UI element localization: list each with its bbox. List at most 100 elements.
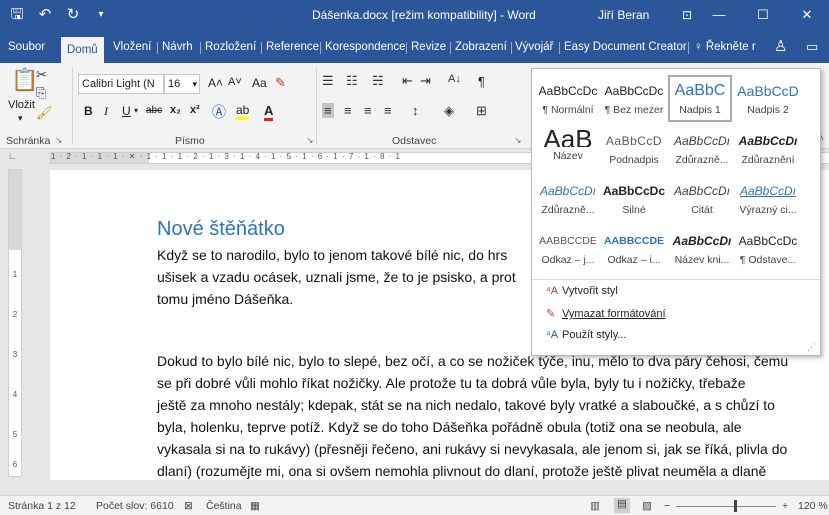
style-normalni[interactable]: AaBbCcDc ¶ Normální bbox=[536, 75, 600, 122]
font-color-icon[interactable]: A bbox=[264, 103, 274, 121]
borders-icon[interactable]: ⊞ bbox=[476, 103, 487, 119]
decrease-indent-icon[interactable]: ⇤ bbox=[402, 73, 413, 89]
tab-rozlozeni[interactable]: Rozložení bbox=[205, 31, 256, 63]
style-bez-mezer[interactable]: AaBbCcDc ¶ Bez mezer bbox=[602, 75, 666, 122]
text-effects-icon[interactable]: Ⓐ bbox=[212, 102, 226, 122]
tab-vlozeni[interactable]: Vložení bbox=[113, 31, 151, 63]
copy-icon[interactable]: ⎘ bbox=[36, 85, 46, 101]
style-nadpis-2[interactable]: AaBbCcD Nadpis 2 bbox=[736, 75, 800, 122]
comments-icon[interactable]: ▭ bbox=[806, 31, 818, 63]
align-right-icon[interactable]: ≡ bbox=[364, 103, 372, 118]
zoom-out-button[interactable]: − bbox=[664, 500, 670, 512]
paragraph-launcher-icon[interactable]: ↘ bbox=[514, 135, 522, 146]
save-icon[interactable]: 🖫 bbox=[8, 5, 26, 25]
tab-domu[interactable]: Domů bbox=[61, 37, 104, 63]
grow-font-button[interactable]: A˄ bbox=[208, 76, 223, 90]
underline-dropdown-icon[interactable]: ▾ bbox=[134, 106, 138, 115]
bold-button[interactable]: B bbox=[84, 104, 93, 118]
tab-reference[interactable]: Reference bbox=[266, 31, 319, 63]
user-icon[interactable]: ♙ bbox=[774, 31, 787, 63]
style-silne[interactable]: AaBbCcDc Silné bbox=[602, 175, 666, 222]
paste-icon[interactable]: 📋 bbox=[11, 67, 38, 93]
paragraph-2[interactable]: Dokud to bylo bílé nic, bylo to slepé, b… bbox=[157, 350, 788, 482]
show-formatting-button[interactable]: ¶ bbox=[478, 74, 485, 89]
title-bar: 🖫 ↶ ↻ ▾ Dášenka.docx [režim kompatibilit… bbox=[0, 0, 829, 31]
web-layout-icon[interactable]: ▧ bbox=[642, 500, 652, 512]
paste-button[interactable]: Vložit bbox=[8, 99, 35, 111]
increase-indent-icon[interactable]: ⇥ bbox=[420, 73, 431, 89]
style-nazev-knihy[interactable]: AaBbCcDı Název kni... bbox=[670, 225, 734, 272]
font-name-select[interactable]: Calibri Light (N bbox=[78, 74, 164, 94]
numbering-icon[interactable]: ☷ bbox=[346, 73, 358, 89]
style-podnadpis[interactable]: AaBbCcD Podnadpis bbox=[602, 125, 666, 172]
italic-button[interactable]: I bbox=[104, 104, 108, 119]
tell-me-box[interactable]: ♀ Řekněte r bbox=[694, 31, 756, 63]
align-left-icon[interactable]: ≡ bbox=[322, 103, 334, 118]
create-style-command[interactable]: ⁴A Vytvořit styl bbox=[546, 285, 618, 297]
subscript-button[interactable]: x₂ bbox=[170, 104, 181, 116]
paragraph-1[interactable]: Když se to narodilo, bylo to jenom takov… bbox=[157, 244, 516, 310]
zoom-level[interactable]: 120 % bbox=[798, 500, 828, 512]
change-case-button[interactable]: Aa bbox=[252, 76, 267, 90]
style-odkaz-intenzivni[interactable]: AABBCCDE Odkaz – i... bbox=[602, 225, 666, 272]
apply-styles-command[interactable]: ⁴A Použít styly... bbox=[546, 329, 627, 341]
style-odkaz-jemny[interactable]: AABBCCDE Odkaz – j... bbox=[536, 225, 600, 272]
zoom-slider[interactable] bbox=[676, 506, 776, 507]
tab-zobrazeni[interactable]: Zobrazení bbox=[455, 31, 507, 63]
tab-easy-document-creator[interactable]: Easy Document Creator bbox=[564, 31, 687, 63]
tab-soubor[interactable]: Soubor bbox=[8, 31, 45, 63]
resize-grip-icon[interactable]: ⋰ bbox=[807, 342, 816, 353]
style-odstavec-seznamu[interactable]: AaBbCcDc ¶ Odstave... bbox=[736, 225, 800, 272]
style-citat[interactable]: AaBbCcDı Citát bbox=[670, 175, 734, 222]
tab-vyvojar[interactable]: Vývojář bbox=[515, 31, 553, 63]
minimize-button[interactable]: — bbox=[696, 0, 742, 31]
print-layout-icon[interactable]: ▤ bbox=[614, 498, 630, 513]
style-vyrazny-citat[interactable]: AaBbCcDı Výrazný ci... bbox=[736, 175, 800, 222]
style-zdurazneni[interactable]: AaBbCcDı Zdůraznění bbox=[736, 125, 800, 172]
style-nadpis-1[interactable]: AaBbC Nadpis 1 bbox=[668, 75, 732, 122]
close-button[interactable]: ✕ bbox=[784, 0, 829, 31]
read-mode-icon[interactable]: ▥ bbox=[590, 500, 600, 512]
highlight-icon[interactable]: ab bbox=[236, 103, 250, 120]
clear-formatting-command[interactable]: ✎ Vymazat formátování bbox=[546, 307, 666, 320]
user-name[interactable]: Jiří Beran bbox=[598, 8, 649, 22]
clear-formatting-icon[interactable]: ✎ bbox=[275, 75, 286, 91]
document-heading[interactable]: Nové štěňátko bbox=[157, 218, 285, 241]
style-nazev[interactable]: AaB Název bbox=[536, 125, 600, 172]
language[interactable]: Čeština bbox=[206, 500, 242, 512]
bullets-icon[interactable]: ☰ bbox=[322, 73, 334, 89]
cut-icon[interactable]: ✂ bbox=[36, 67, 47, 83]
proofing-icon[interactable]: ⊠ bbox=[184, 500, 193, 512]
word-count[interactable]: Počet slov: 6610 bbox=[96, 500, 174, 512]
zoom-in-button[interactable]: + bbox=[782, 500, 788, 512]
zoom-slider-thumb[interactable] bbox=[734, 500, 737, 512]
justify-icon[interactable]: ≡ bbox=[384, 103, 392, 118]
paste-dropdown-icon[interactable]: ▾ bbox=[18, 113, 23, 124]
tab-revize[interactable]: Revize bbox=[411, 31, 446, 63]
macro-record-icon[interactable]: ▦ bbox=[250, 500, 260, 512]
maximize-button[interactable]: ☐ bbox=[740, 0, 786, 31]
font-launcher-icon[interactable]: ↘ bbox=[306, 135, 314, 146]
shading-icon[interactable]: ◈ bbox=[444, 103, 454, 119]
superscript-button[interactable]: x² bbox=[190, 104, 200, 116]
sort-icon[interactable]: A↓ bbox=[448, 73, 461, 85]
redo-icon[interactable]: ↻ bbox=[64, 5, 82, 25]
format-painter-icon[interactable]: 🖌 bbox=[36, 105, 53, 121]
clipboard-launcher-icon[interactable]: ↘ bbox=[55, 135, 63, 146]
tab-selector-icon[interactable]: ∟ bbox=[8, 151, 20, 164]
customize-qat-icon[interactable]: ▾ bbox=[92, 5, 110, 25]
style-zdurazneni-intenzivni[interactable]: AaBbCcDı Zdůrazně... bbox=[536, 175, 600, 222]
align-center-icon[interactable]: ≡ bbox=[344, 103, 352, 118]
vertical-ruler[interactable]: 1 2 3 4 5 6 bbox=[8, 169, 22, 477]
shrink-font-button[interactable]: A˅ bbox=[228, 76, 242, 88]
page-count[interactable]: Stránka 1 z 12 bbox=[8, 500, 76, 512]
multilevel-list-icon[interactable]: ☵ bbox=[372, 73, 384, 89]
line-spacing-icon[interactable]: ↕ bbox=[412, 103, 419, 118]
undo-icon[interactable]: ↶ bbox=[36, 5, 54, 25]
strikethrough-button[interactable]: abc bbox=[146, 105, 162, 116]
tab-navrh[interactable]: Návrh bbox=[162, 31, 193, 63]
tab-korespondence[interactable]: Korespondence bbox=[325, 31, 406, 63]
style-zdurazneni-jemne[interactable]: AaBbCcDı Zdůrazně... bbox=[670, 125, 734, 172]
underline-button[interactable]: U bbox=[122, 104, 131, 118]
font-size-select[interactable]: 16 ▾ bbox=[164, 74, 200, 94]
